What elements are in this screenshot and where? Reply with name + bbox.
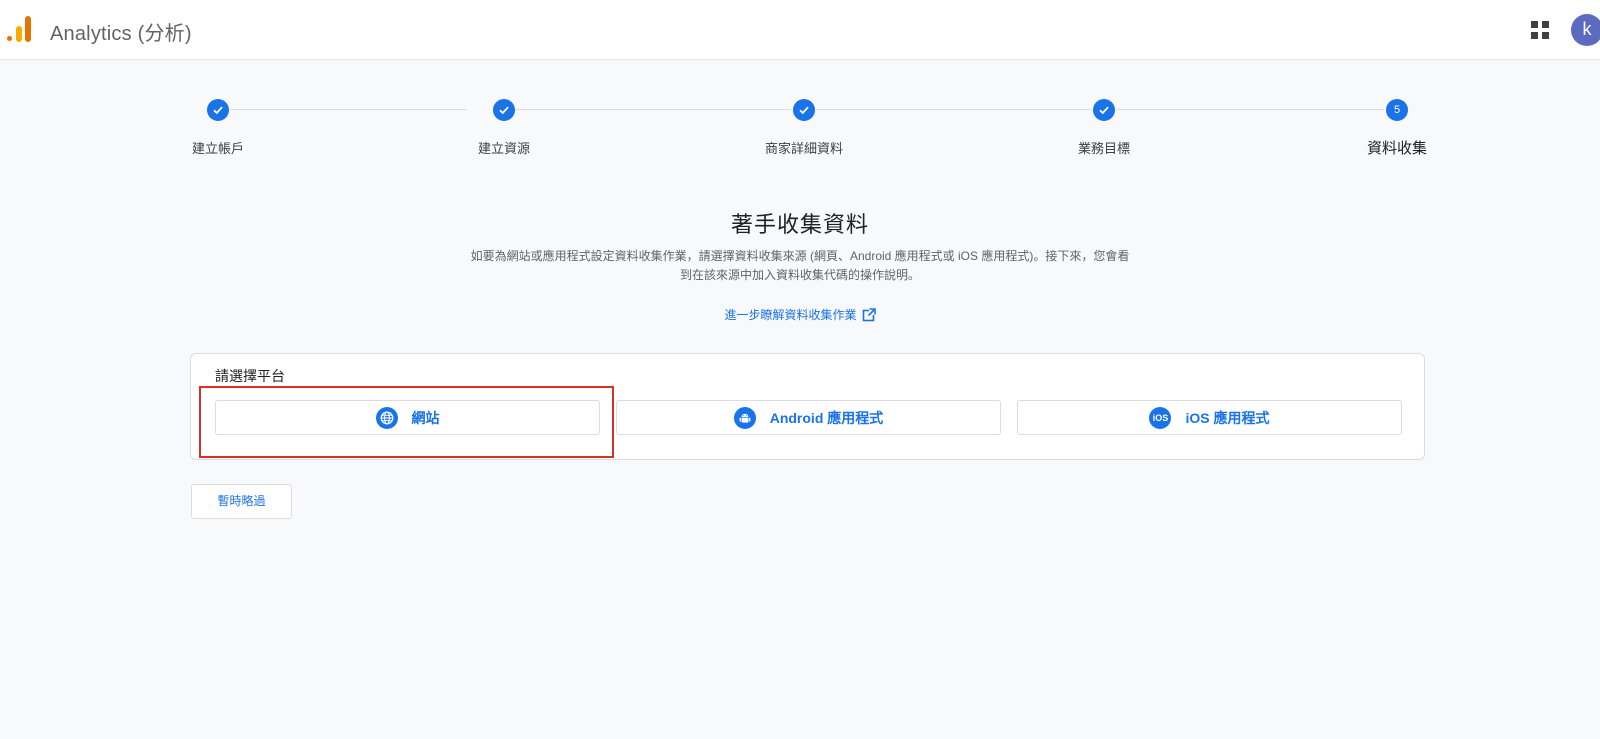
step-label-business-objectives: 業務目標 (1077, 141, 1131, 156)
step-label-create-account: 建立帳戶 (191, 141, 245, 156)
step-connector (515, 109, 791, 110)
platform-ios-label: iOS 應用程式 (1185, 409, 1270, 426)
open-in-new-icon (862, 308, 876, 322)
learn-more-label: 進一步瞭解資料收集作業 (724, 308, 857, 322)
page-description: 如要為網站或應用程式設定資料收集作業，請選擇資料收集來源 (網頁、Android… (400, 247, 1200, 285)
learn-more-link[interactable]: 進一步瞭解資料收集作業 (0, 306, 1600, 323)
apps-grid-icon[interactable] (1530, 20, 1550, 40)
page-title: 著手收集資料 (730, 212, 869, 237)
description-line-2: 到在該來源中加入資料收集代碼的操作說明。 (679, 268, 920, 282)
analytics-logo-icon (7, 16, 31, 42)
platform-web-button[interactable]: 網站 (215, 400, 600, 435)
app-title: Analytics (分析) (50, 23, 192, 45)
ios-icon: iOS (1149, 406, 1172, 429)
step-connector (1116, 109, 1384, 110)
description-line-1: 如要為網站或應用程式設定資料收集作業，請選擇資料收集來源 (網頁、Android… (470, 249, 1130, 263)
platform-title: 請選擇平台 (215, 368, 285, 384)
platform-web-label: 網站 (411, 409, 440, 426)
avatar[interactable]: k (1571, 14, 1600, 46)
step-connector (230, 109, 467, 110)
globe-icon (375, 406, 398, 429)
step-connector (816, 109, 1091, 110)
skip-for-now-button[interactable]: 暫時略過 (191, 484, 292, 519)
top-app-bar: Analytics (分析) k (0, 0, 1600, 60)
step-1-check-icon (207, 99, 229, 121)
step-3-check-icon (793, 99, 815, 121)
step-label-create-property: 建立資源 (477, 141, 531, 156)
step-2-check-icon (493, 99, 515, 121)
step-label-business-details: 商家詳細資料 (764, 141, 844, 156)
platform-android-button[interactable]: Android 應用程式 (616, 400, 1001, 435)
platform-android-label: Android 應用程式 (769, 409, 884, 426)
step-4-check-icon (1093, 99, 1115, 121)
step-5-number: 5 (1386, 99, 1408, 121)
platform-ios-button[interactable]: iOS iOS 應用程式 (1017, 400, 1402, 435)
android-icon (733, 406, 756, 429)
step-label-data-collection: 資料收集 (1366, 140, 1428, 157)
